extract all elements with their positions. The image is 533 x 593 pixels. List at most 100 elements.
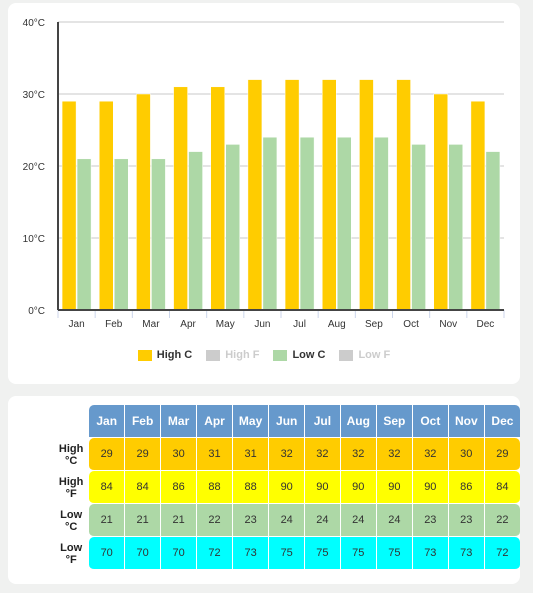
table-cell: 31	[197, 438, 233, 471]
legend-swatch	[137, 349, 152, 361]
bar-low-c[interactable]	[151, 158, 166, 311]
table-cell: 75	[269, 537, 306, 570]
bar-low-c[interactable]	[188, 151, 203, 311]
table-cell: 75	[305, 537, 341, 570]
bar-high-c[interactable]	[322, 79, 337, 311]
bar-high-c[interactable]	[470, 100, 486, 311]
bar-low-c[interactable]	[411, 144, 426, 311]
legend-item-high-f[interactable]: High F	[206, 349, 259, 361]
table-cell: 90	[305, 471, 341, 504]
corner-cell	[53, 405, 89, 438]
high-c-row: High °C 29 29 30 31 31 32 32 32 32 32 30 29	[53, 438, 520, 471]
bar-low-c[interactable]	[448, 144, 463, 311]
x-tick-label: Jan	[69, 319, 85, 330]
month-header: Jan	[89, 405, 126, 438]
table-cell: 29	[89, 438, 126, 471]
x-tick-label: Jul	[293, 319, 306, 330]
table-cell: 30	[161, 438, 198, 471]
month-header: Aug	[340, 405, 377, 438]
month-header: Feb	[125, 405, 162, 438]
table-cell: 70	[161, 537, 198, 570]
bar-low-c[interactable]	[374, 136, 389, 311]
bar-high-c[interactable]	[359, 79, 374, 311]
bar-high-c[interactable]	[99, 100, 114, 311]
month-header: May	[232, 405, 270, 438]
month-header: Nov	[448, 405, 485, 438]
temperature-table: Jan Feb Mar Apr May Jun Jul Aug Sep Oct Nov Dec Hig…	[53, 405, 520, 570]
bar-high-c[interactable]	[396, 79, 411, 311]
table-cell: 73	[232, 537, 270, 570]
x-tick-label: Apr	[180, 319, 196, 330]
legend-label: Low C	[292, 349, 326, 361]
table-cell: 32	[269, 438, 306, 471]
month-header: Sep	[376, 405, 413, 438]
bar-high-c[interactable]	[247, 79, 263, 311]
table-cell: 22	[197, 504, 233, 537]
month-header: Jul	[305, 405, 341, 438]
legend-swatch	[273, 349, 288, 361]
x-tick-label: Nov	[439, 319, 457, 330]
table-cell: 70	[125, 537, 162, 570]
bar-low-c[interactable]	[337, 136, 352, 311]
chart-card: 0°C 10°C 20°C 30°C 40°C Jan Feb Mar Apr May Jun Jul…	[8, 3, 520, 384]
bar-high-c[interactable]	[284, 79, 300, 311]
table-cell: 24	[340, 504, 377, 537]
table-cell: 90	[376, 471, 413, 504]
row-label-line2: °F	[65, 553, 77, 566]
row-label-line1: Low	[60, 508, 83, 521]
row-label: High °C	[53, 438, 89, 471]
table-cell: 72	[197, 537, 233, 570]
bar-high-c[interactable]	[136, 93, 151, 311]
table-cell: 88	[197, 471, 233, 504]
table-cell: 32	[412, 438, 449, 471]
row-label-line1: Low	[60, 541, 83, 554]
bar-low-c[interactable]	[485, 151, 501, 311]
table-cell: 86	[448, 471, 485, 504]
row-label: High °F	[53, 471, 89, 504]
y-tick-label: 40°C	[23, 18, 45, 29]
bar-low-c[interactable]	[299, 136, 315, 311]
y-tick-label: 10°C	[23, 234, 45, 245]
table-cell: 32	[340, 438, 377, 471]
bar-low-c[interactable]	[225, 144, 240, 311]
legend-item-high-c[interactable]: High C	[137, 349, 193, 361]
table-cell: 29	[484, 438, 520, 471]
temperature-chart: 0°C 10°C 20°C 30°C 40°C Jan Feb Mar Apr May Jun Jul…	[23, 18, 505, 330]
month-header: Jun	[269, 405, 306, 438]
table-cell: 22	[484, 504, 520, 537]
legend-item-low-c[interactable]: Low C	[273, 349, 325, 361]
month-header: Apr	[197, 405, 233, 438]
table-cell: 73	[412, 537, 449, 570]
x-tick-label: Sep	[365, 319, 383, 330]
legend-item-low-f[interactable]: Low F	[339, 349, 390, 361]
table-cell: 90	[412, 471, 449, 504]
row-label-line1: High	[58, 475, 84, 488]
legend-swatch	[339, 349, 354, 361]
table-cell: 84	[89, 471, 126, 504]
low-c-row: Low °C 21 21 21 22 23 24 24 24 24 23 23 22	[53, 504, 520, 537]
bar-high-c[interactable]	[61, 100, 77, 311]
y-tick-label: 20°C	[23, 162, 45, 173]
chart-legend: High C High F Low C Low F	[8, 349, 520, 361]
bar-high-c[interactable]	[433, 93, 448, 311]
y-tick-label: 30°C	[23, 90, 45, 101]
x-tick-label: Aug	[328, 319, 346, 330]
bar-low-c[interactable]	[262, 136, 278, 311]
legend-swatch	[206, 349, 221, 361]
legend-label: High C	[156, 349, 193, 361]
table-cell: 88	[232, 471, 270, 504]
table-cell: 75	[340, 537, 377, 570]
x-tick-label: Feb	[105, 319, 123, 330]
row-label-line2: °F	[65, 487, 77, 500]
x-tick-label: Oct	[403, 319, 419, 330]
bar-high-c[interactable]	[173, 86, 188, 311]
table-cell: 21	[89, 504, 126, 537]
bar-high-c[interactable]	[210, 86, 225, 311]
bar-low-c[interactable]	[76, 158, 92, 311]
table-cell: 75	[376, 537, 413, 570]
table-cell: 30	[448, 438, 485, 471]
month-header: Dec	[484, 405, 520, 438]
bar-low-c[interactable]	[114, 158, 129, 311]
row-label-line1: High	[58, 442, 84, 455]
table-cell: 24	[376, 504, 413, 537]
